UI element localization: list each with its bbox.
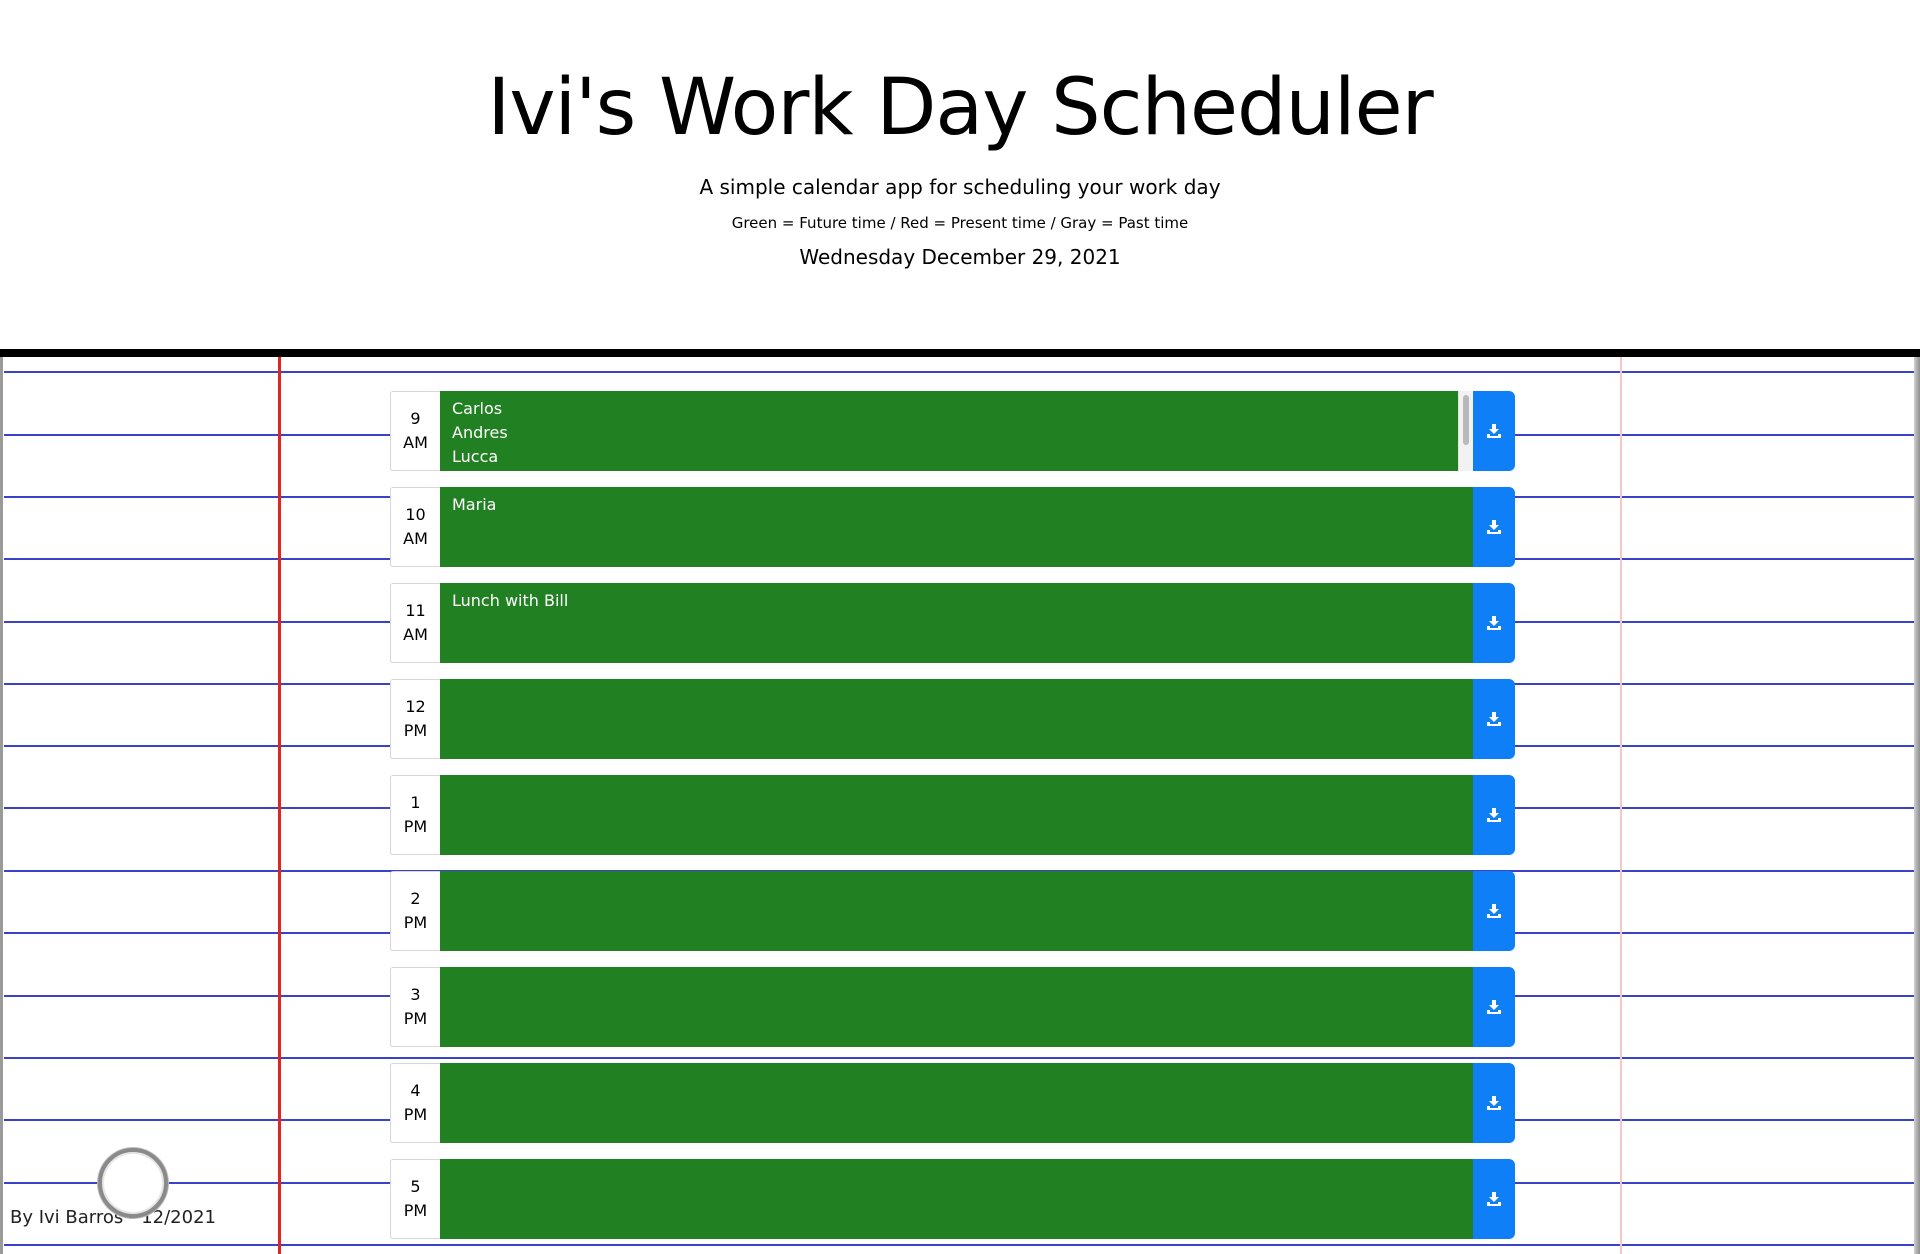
hour-period: PM	[403, 1201, 428, 1220]
save-download-icon	[1487, 1000, 1501, 1014]
time-block-4pm: 4 PM	[390, 1063, 1515, 1143]
time-block-11am: 11 AM Lunch with Bill	[390, 583, 1515, 663]
save-download-icon	[1487, 616, 1501, 630]
hour-number: 12	[405, 697, 426, 716]
hour-number: 5	[410, 1177, 421, 1196]
time-block-10am: 10 AM Maria	[390, 487, 1515, 567]
hour-period: PM	[403, 913, 428, 932]
floating-circle-button[interactable]	[98, 1148, 168, 1218]
hour-period: PM	[403, 1009, 428, 1028]
save-download-icon	[1487, 808, 1501, 822]
hour-label: 4 PM	[390, 1063, 440, 1143]
hour-number: 11	[405, 601, 426, 620]
event-textarea[interactable]: Maria	[440, 487, 1473, 567]
save-download-icon	[1487, 424, 1501, 438]
hour-label: 12 PM	[390, 679, 440, 759]
hour-label: 9 AM	[390, 391, 440, 471]
header: Ivi's Work Day Scheduler A simple calend…	[0, 0, 1920, 349]
save-button[interactable]	[1473, 679, 1515, 759]
time-block-2pm: 2 PM	[390, 871, 1515, 951]
scrollbar-thumb[interactable]	[1463, 395, 1469, 445]
save-button[interactable]	[1473, 967, 1515, 1047]
textarea-scrollbar[interactable]	[1458, 391, 1473, 471]
save-download-icon	[1487, 712, 1501, 726]
hour-number: 9	[410, 409, 421, 428]
save-button[interactable]	[1473, 583, 1515, 663]
time-block-5pm: 5 PM	[390, 1159, 1515, 1239]
hour-label: 2 PM	[390, 871, 440, 951]
hour-period: AM	[403, 529, 428, 548]
time-block-12pm: 12 PM	[390, 679, 1515, 759]
margin-line-red	[278, 357, 281, 1254]
save-download-icon	[1487, 520, 1501, 534]
save-download-icon	[1487, 1096, 1501, 1110]
event-textarea[interactable]	[440, 1063, 1473, 1143]
time-block-9am: 9 AM Carlos Andres Lucca	[390, 391, 1515, 471]
event-textarea[interactable]: Lunch with Bill	[440, 583, 1473, 663]
save-button[interactable]	[1473, 487, 1515, 567]
save-download-icon	[1487, 904, 1501, 918]
margin-line-pink	[1620, 357, 1622, 1254]
event-textarea[interactable]	[440, 775, 1473, 855]
color-legend: Green = Future time / Red = Present time…	[731, 214, 1189, 232]
hour-period: PM	[403, 817, 428, 836]
save-download-icon	[1487, 1192, 1501, 1206]
page-title: Ivi's Work Day Scheduler	[487, 63, 1433, 153]
hour-label: 10 AM	[390, 487, 440, 567]
paper-left-edge	[0, 357, 3, 1254]
hour-number: 4	[410, 1081, 421, 1100]
hour-label: 5 PM	[390, 1159, 440, 1239]
hour-number: 1	[410, 793, 421, 812]
event-textarea[interactable]	[440, 967, 1473, 1047]
rule-line	[4, 1244, 1914, 1246]
hour-label: 3 PM	[390, 967, 440, 1047]
event-textarea[interactable]	[440, 679, 1473, 759]
paper-right-edge	[1914, 357, 1920, 1254]
event-textarea[interactable]	[440, 871, 1473, 951]
save-button[interactable]	[1473, 1159, 1515, 1239]
hour-number: 3	[410, 985, 421, 1004]
rule-line	[4, 1057, 1914, 1059]
time-block-1pm: 1 PM	[390, 775, 1515, 855]
hour-period: AM	[403, 625, 428, 644]
hour-period: AM	[403, 433, 428, 452]
save-button[interactable]	[1473, 1063, 1515, 1143]
hour-number: 10	[405, 505, 426, 524]
hour-number: 2	[410, 889, 421, 908]
save-button[interactable]	[1473, 391, 1515, 471]
hour-period: PM	[403, 1105, 428, 1124]
hour-label: 11 AM	[390, 583, 440, 663]
time-block-3pm: 3 PM	[390, 967, 1515, 1047]
save-button[interactable]	[1473, 775, 1515, 855]
event-textarea[interactable]	[440, 1159, 1473, 1239]
hour-period: PM	[403, 721, 428, 740]
rule-line	[4, 371, 1914, 373]
hour-label: 1 PM	[390, 775, 440, 855]
page-subtitle: A simple calendar app for scheduling you…	[699, 175, 1221, 199]
event-textarea[interactable]: Carlos Andres Lucca	[440, 391, 1473, 471]
save-button[interactable]	[1473, 871, 1515, 951]
current-date: Wednesday December 29, 2021	[799, 245, 1121, 269]
